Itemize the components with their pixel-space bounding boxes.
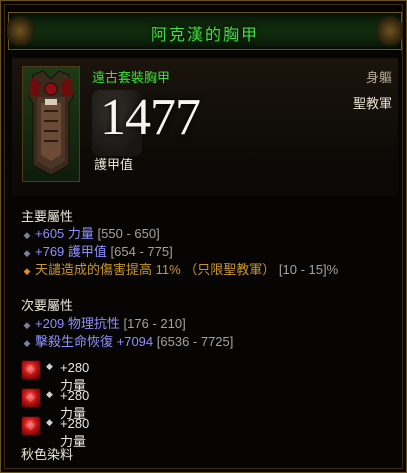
diamond-icon: ◆ [23, 230, 31, 240]
diamond-icon: ◆ [46, 417, 53, 427]
ruby-gem-icon [21, 360, 41, 380]
diamond-icon: ◆ [46, 361, 53, 371]
secondary-stats-header: 次要屬性 [21, 298, 74, 313]
ruby-gem-icon [21, 416, 41, 436]
chest-armor-icon [22, 66, 80, 182]
diamond-icon: ◆ [46, 389, 53, 399]
item-name: 阿克漢的胸甲 [150, 27, 259, 44]
armor-value: 1477 [100, 89, 201, 146]
diamond-icon: ◆ [23, 248, 31, 258]
title-banner: 阿克漢的胸甲 [7, 12, 403, 50]
legendary-affix: ◆ 天譴造成的傷害提高 11% （只限聖教軍） [10 - 15]% [21, 259, 339, 277]
secondary-stat: ◆ 擊殺生命恢復 +7094 [6536 - 7725] [21, 331, 234, 349]
secondary-stat: ◆ +209 物理抗性 [176 - 210] [21, 313, 186, 331]
item-tooltip: 阿克漢的胸甲 遠古套裝胸甲 身軀 聖教軍 1477 護甲值 主要屬性 ◆ +605… [0, 0, 407, 473]
diamond-icon: ◆ [23, 338, 31, 348]
item-header-panel: 遠古套裝胸甲 身軀 聖教軍 1477 護甲值 [12, 58, 398, 196]
primary-stat: ◆ +605 力量 [550 - 650] [21, 223, 160, 241]
diamond-icon: ◆ [23, 320, 31, 330]
item-class: 聖教軍 [352, 96, 392, 111]
ruby-gem-icon [21, 388, 41, 408]
diamond-icon: ◆ [23, 266, 31, 276]
item-type: 遠古套裝胸甲 [92, 70, 171, 85]
item-slot: 身軀 [365, 70, 392, 85]
dye-name: 秋色染料 [21, 447, 74, 462]
primary-stat: ◆ +769 護甲值 [654 - 775] [21, 241, 173, 259]
armor-label: 護甲值 [94, 157, 134, 172]
